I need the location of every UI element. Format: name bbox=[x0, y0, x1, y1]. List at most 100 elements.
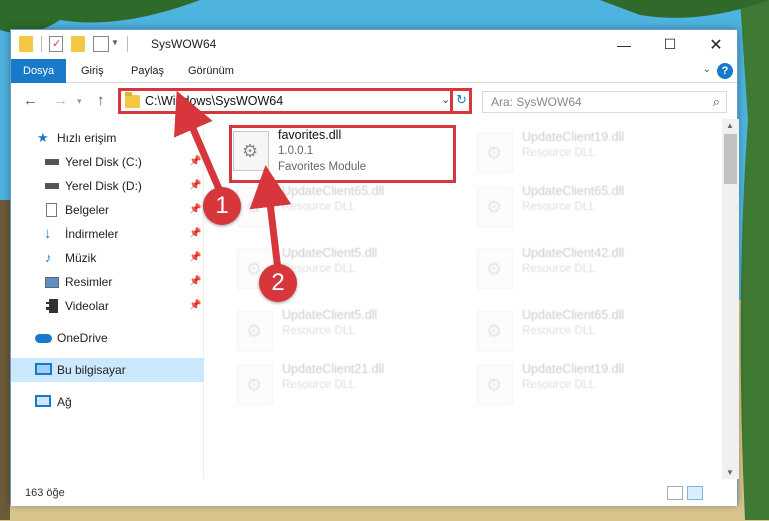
file-version: 1.0.0.1 bbox=[278, 145, 314, 157]
scroll-down-icon[interactable]: ▼ bbox=[726, 468, 734, 477]
tab-file[interactable]: Dosya bbox=[11, 59, 67, 83]
file-tile[interactable]: UpdateClient65.dll Resource DLL bbox=[473, 305, 693, 361]
sidebar-item-network[interactable]: Ağ bbox=[11, 390, 204, 414]
pin-icon: 📌 bbox=[189, 156, 202, 167]
file-name: UpdateClient5.dll bbox=[282, 308, 378, 322]
file-tile[interactable]: UpdateClient65.dll Resource DLL bbox=[473, 181, 693, 237]
sidebar-item-music[interactable]: ♪ Müzik 📌 bbox=[11, 246, 204, 270]
dll-file-icon bbox=[237, 187, 273, 227]
download-icon: ↓ bbox=[44, 225, 52, 242]
refresh-icon: ↻ bbox=[456, 92, 467, 107]
sidebar-item-documents[interactable]: Belgeler 📌 bbox=[11, 198, 204, 222]
file-description: Favorites Module bbox=[278, 161, 367, 173]
address-bar[interactable]: C:\Windows\SysWOW64 ⌄ bbox=[118, 88, 471, 114]
back-arrow-icon[interactable]: ← bbox=[23, 92, 38, 109]
help-icon[interactable]: ? bbox=[717, 63, 733, 79]
window-title: SysWOW64 bbox=[151, 37, 217, 51]
file-name: UpdateClient19.dll bbox=[522, 362, 625, 376]
computer-icon bbox=[35, 363, 52, 375]
search-icon: ⌕ bbox=[712, 94, 720, 109]
address-path[interactable]: C:\Windows\SysWOW64 bbox=[145, 94, 283, 108]
tab-view[interactable]: Görünüm bbox=[188, 59, 234, 83]
title-bar: ✓ ▼ SysWOW64 — ☐ ✕ bbox=[11, 30, 737, 59]
maximize-button[interactable]: ☐ bbox=[647, 30, 693, 59]
file-tile-favorites[interactable]: favorites.dll 1.0.0.1 Favorites Module bbox=[229, 125, 456, 183]
details-view-icon[interactable] bbox=[667, 486, 683, 500]
dll-file-icon bbox=[477, 365, 513, 405]
file-description: Resource DLL bbox=[522, 147, 596, 159]
forward-arrow-icon[interactable]: → bbox=[53, 92, 68, 109]
sidebar-item-this-pc[interactable]: Bu bilgisayar bbox=[11, 358, 204, 382]
pin-icon: 📌 bbox=[189, 300, 202, 311]
scroll-thumb[interactable] bbox=[724, 134, 737, 184]
minimize-button[interactable]: — bbox=[601, 30, 647, 59]
tab-share[interactable]: Paylaş bbox=[131, 59, 164, 83]
close-button[interactable]: ✕ bbox=[693, 30, 739, 59]
documents-icon bbox=[46, 203, 57, 217]
sidebar-item-label: Bu bilgisayar bbox=[57, 363, 126, 377]
file-tile[interactable]: UpdateClient19.dll Resource DLL bbox=[473, 127, 693, 183]
folder-icon bbox=[19, 36, 33, 52]
vertical-scrollbar[interactable]: ▲ ▼ bbox=[722, 119, 739, 479]
file-name: favorites.dll bbox=[278, 128, 342, 142]
sidebar-item-local-disk-c[interactable]: Yerel Disk (C:) 📌 bbox=[11, 150, 204, 174]
sidebar-item-quick-access[interactable]: ★ Hızlı erişim bbox=[11, 126, 204, 150]
file-description: Resource DLL bbox=[282, 201, 356, 213]
pin-icon: 📌 bbox=[189, 180, 202, 191]
scroll-up-icon[interactable]: ▲ bbox=[726, 121, 734, 130]
pin-icon: 📌 bbox=[189, 252, 202, 263]
file-description: Resource DLL bbox=[282, 325, 356, 337]
sidebar-item-label: Belgeler bbox=[65, 203, 110, 217]
file-description: Resource DLL bbox=[282, 379, 356, 391]
rename-icon[interactable] bbox=[93, 36, 109, 52]
new-folder-icon[interactable] bbox=[71, 36, 85, 52]
sidebar-item-label: Resimler bbox=[65, 275, 113, 289]
dll-file-icon bbox=[233, 131, 269, 171]
properties-icon[interactable]: ✓ bbox=[49, 36, 63, 52]
sidebar-item-label: Yerel Disk (C:) bbox=[65, 155, 142, 169]
tab-home[interactable]: Giriş bbox=[81, 59, 104, 83]
sidebar-item-local-disk-d[interactable]: Yerel Disk (D:) 📌 bbox=[11, 174, 204, 198]
file-name: UpdateClient42.dll bbox=[522, 246, 625, 260]
file-name: UpdateClient5.dll bbox=[282, 246, 378, 260]
sidebar-item-videos[interactable]: Videolar 📌 bbox=[11, 294, 204, 318]
file-name: UpdateClient21.dll bbox=[282, 362, 385, 376]
video-icon bbox=[46, 299, 58, 313]
chevron-down-icon[interactable]: ⌄ bbox=[441, 93, 450, 106]
refresh-button[interactable]: ↻ bbox=[450, 88, 472, 114]
separator bbox=[41, 36, 42, 52]
chevron-down-icon[interactable]: ▼ bbox=[111, 38, 119, 54]
file-tile[interactable]: UpdateClient19.dll Resource DLL bbox=[473, 359, 693, 415]
sidebar-item-label: Yerel Disk (D:) bbox=[65, 179, 142, 193]
file-tile[interactable]: UpdateClient21.dll Resource DLL bbox=[233, 359, 453, 415]
music-icon: ♪ bbox=[45, 250, 52, 265]
sidebar-item-downloads[interactable]: ↓ İndirmeler 📌 bbox=[11, 222, 204, 246]
dll-file-icon bbox=[237, 311, 273, 351]
file-name: UpdateClient65.dll bbox=[282, 184, 385, 198]
step-badge-1: 1 bbox=[203, 187, 241, 225]
tiles-view-icon[interactable] bbox=[687, 486, 703, 500]
file-tile[interactable]: UpdateClient65.dll Resource DLL bbox=[233, 181, 453, 237]
file-description: Resource DLL bbox=[522, 379, 596, 391]
up-arrow-icon[interactable]: ↑ bbox=[97, 92, 105, 109]
network-icon bbox=[35, 395, 51, 407]
recent-locations-icon[interactable]: ▾ bbox=[77, 96, 82, 107]
file-name: UpdateClient19.dll bbox=[522, 130, 625, 144]
sidebar-item-pictures[interactable]: Resimler 📌 bbox=[11, 270, 204, 294]
cloud-icon bbox=[35, 334, 52, 343]
search-input[interactable]: Ara: SysWOW64 ⌕ bbox=[482, 91, 727, 113]
address-row: ← → ▾ ↑ C:\Windows\SysWOW64 ⌄ ↻ Ara: Sys… bbox=[11, 83, 737, 119]
dll-file-icon bbox=[477, 187, 513, 227]
collapse-ribbon-icon[interactable]: ⌄ bbox=[703, 64, 711, 75]
navigation-pane: ★ Hızlı erişim Yerel Disk (C:) 📌 Yerel D… bbox=[11, 119, 204, 479]
file-tile[interactable]: UpdateClient5.dll Resource DLL bbox=[233, 305, 453, 361]
sidebar-item-onedrive[interactable]: OneDrive bbox=[11, 326, 204, 350]
sidebar-item-label: İndirmeler bbox=[65, 227, 119, 241]
file-tile[interactable]: UpdateClient42.dll Resource DLL bbox=[473, 243, 693, 299]
sidebar-item-label: Müzik bbox=[65, 251, 97, 265]
explorer-window: ✓ ▼ SysWOW64 — ☐ ✕ Dosya Giriş Paylaş Gö… bbox=[10, 29, 739, 506]
pin-icon: 📌 bbox=[189, 276, 202, 287]
file-description: Resource DLL bbox=[522, 325, 596, 337]
file-description: Resource DLL bbox=[522, 201, 596, 213]
ribbon-tabs: Dosya Giriş Paylaş Görünüm ⌄ ? bbox=[11, 59, 737, 83]
